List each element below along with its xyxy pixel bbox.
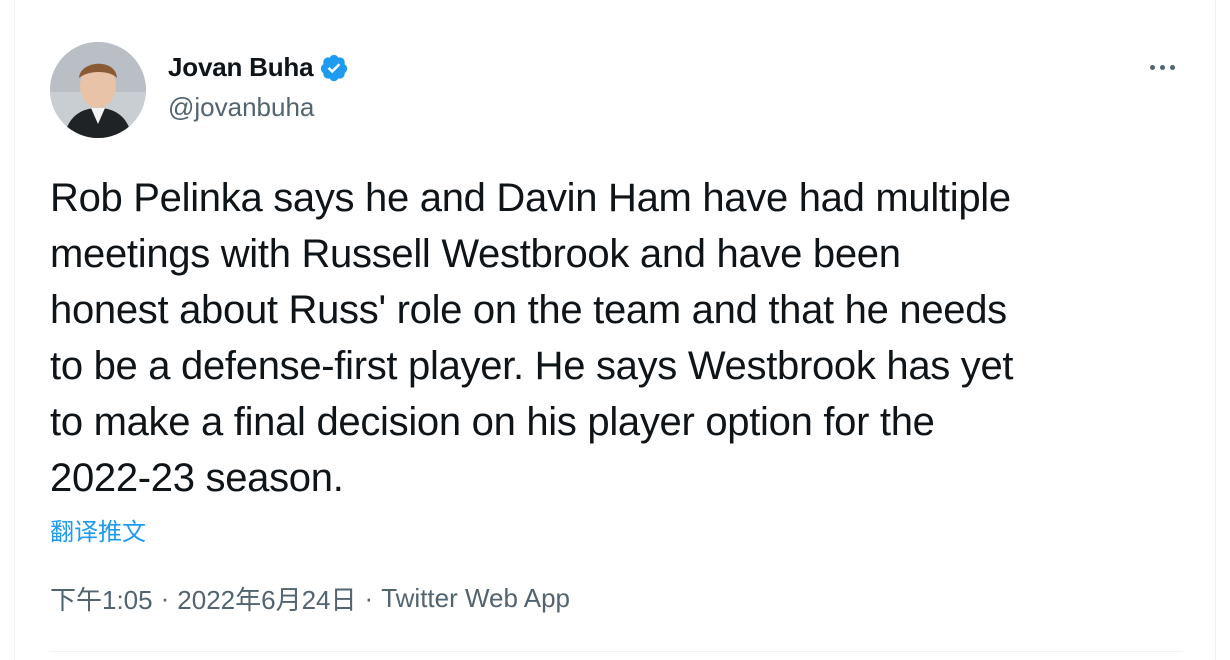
avatar-image	[50, 42, 146, 138]
more-options-icon[interactable]	[1144, 52, 1180, 82]
more-dot	[1169, 64, 1175, 70]
translate-tweet-link[interactable]: 翻译推文	[50, 512, 146, 547]
divider	[50, 651, 1182, 652]
tweet-text: Rob Pelinka says he and Davin Ham have h…	[50, 176, 1014, 500]
tweet-metadata: 下午1:05 · 2022年6月24日 · Twitter Web App	[50, 580, 570, 617]
more-dot	[1149, 64, 1155, 70]
avatar[interactable]	[50, 42, 146, 138]
tweet-date[interactable]: 2022年6月24日	[177, 580, 356, 617]
tweet-time[interactable]: 下午1:05	[50, 580, 153, 617]
author-name-row[interactable]: Jovan Buha	[168, 52, 349, 83]
separator: ·	[364, 583, 374, 613]
tweet-source[interactable]: Twitter Web App	[381, 583, 570, 614]
separator: ·	[160, 583, 170, 613]
author-handle[interactable]: @jovanbuha	[168, 92, 314, 123]
verified-badge-icon	[321, 54, 348, 81]
author-name[interactable]: Jovan Buha	[168, 52, 314, 83]
more-dot	[1159, 64, 1165, 70]
